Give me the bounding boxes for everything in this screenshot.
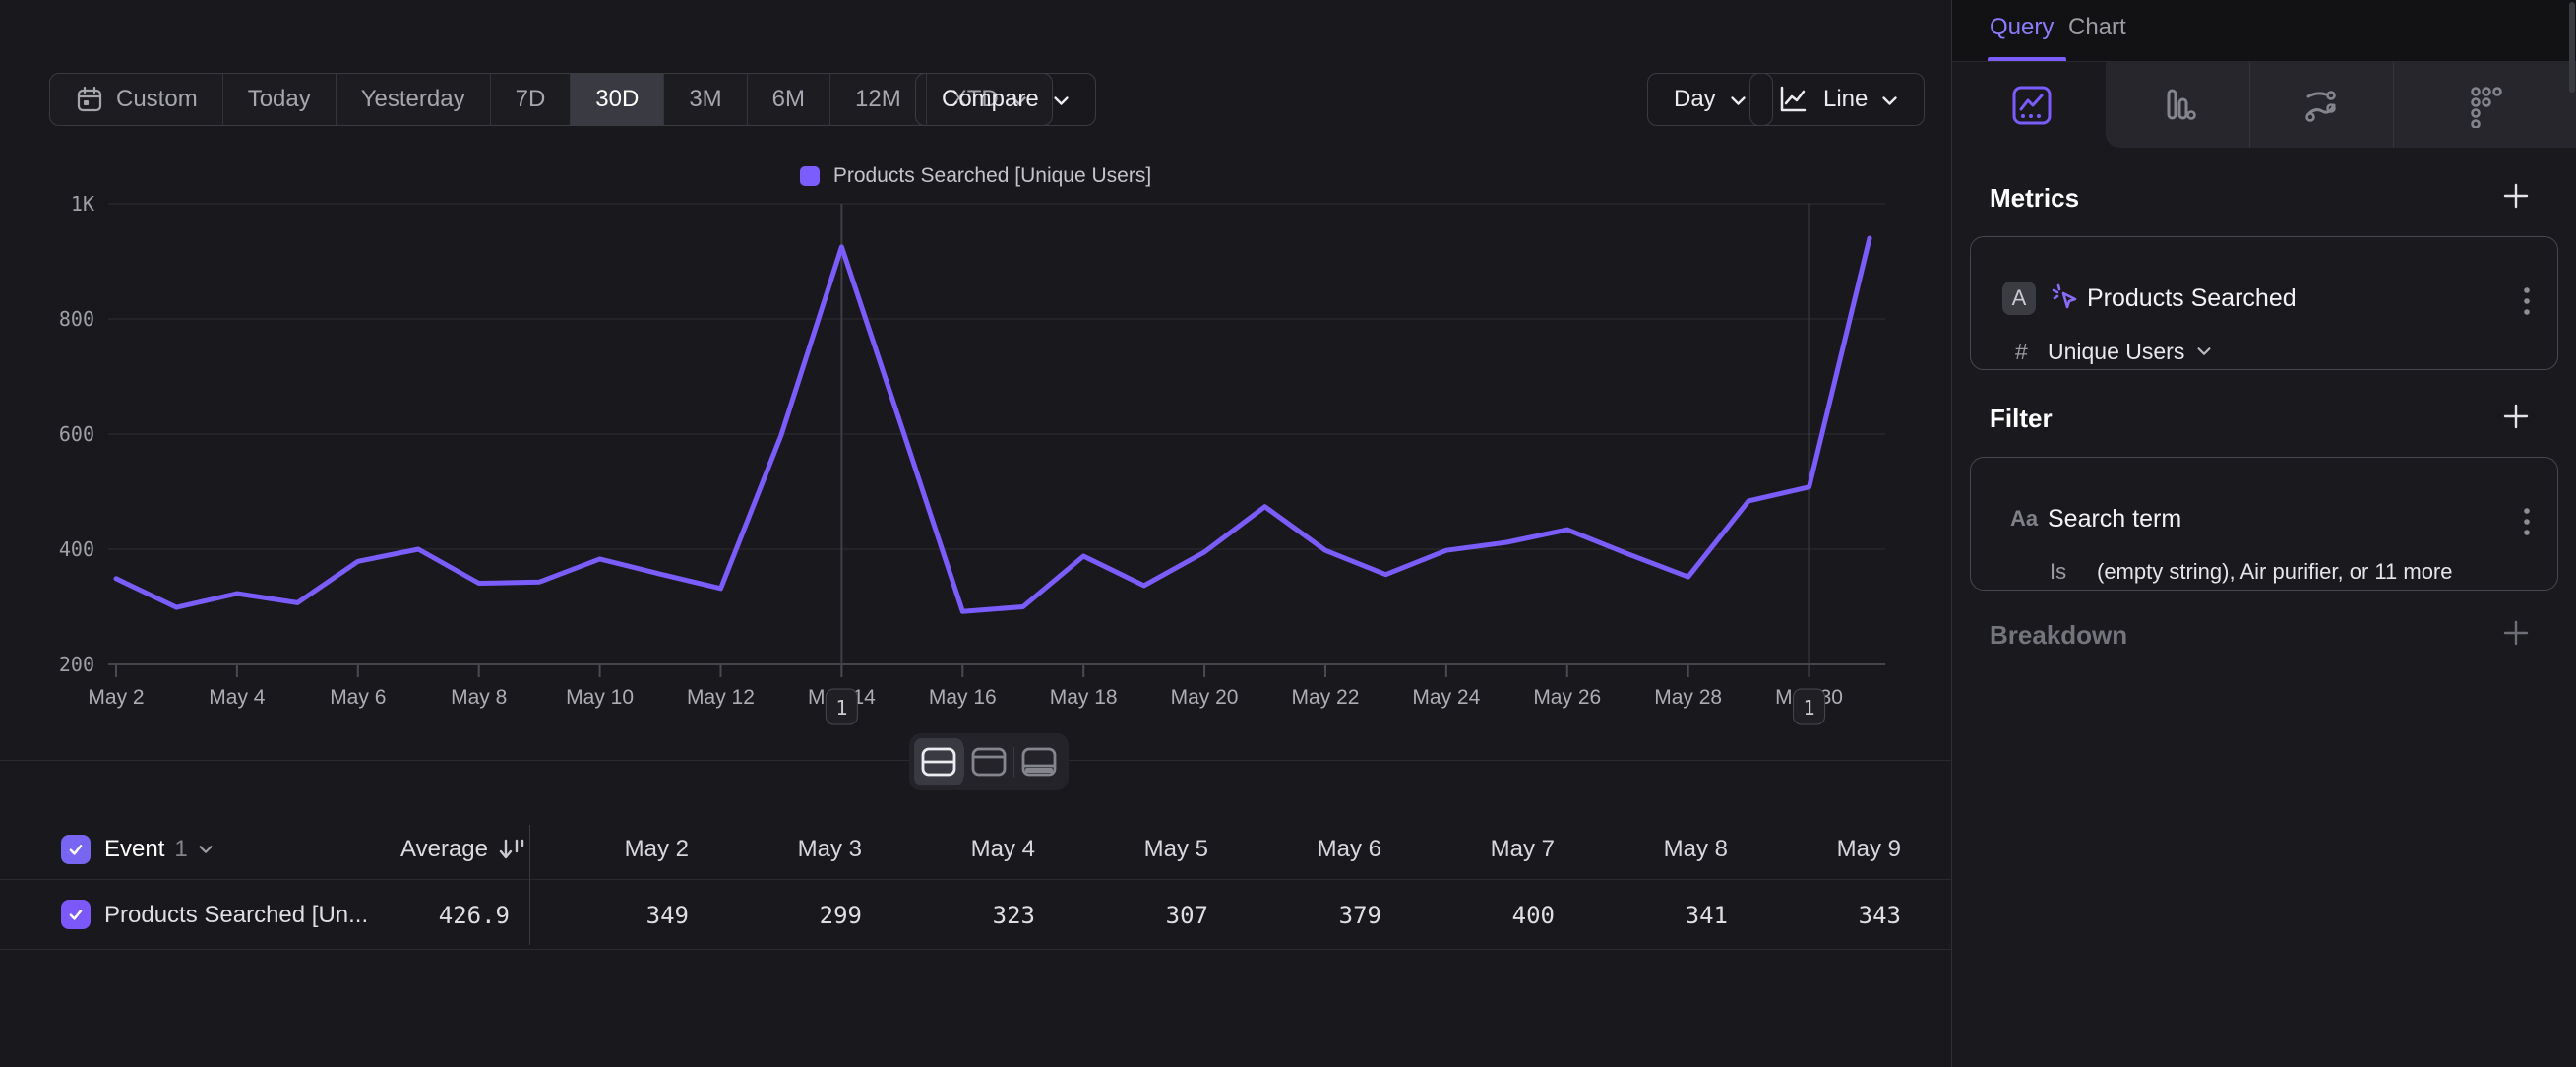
- sort-descending-icon[interactable]: [496, 835, 525, 869]
- average-column-header[interactable]: Average: [285, 819, 488, 880]
- event-select-all-checkbox[interactable]: [61, 835, 91, 864]
- cell-value: 323: [878, 880, 1035, 950]
- kebab-menu-icon[interactable]: [2522, 505, 2532, 545]
- y-axis-label: 800: [59, 307, 94, 331]
- day-column-header: May 5: [1051, 819, 1208, 880]
- retention-dots-icon: [2462, 83, 2507, 128]
- day-column-header: May 4: [878, 819, 1035, 880]
- x-axis-label: May 20: [1171, 686, 1239, 709]
- x-axis-label: May 6: [330, 686, 386, 709]
- tab-query[interactable]: Query: [1990, 0, 2054, 61]
- column-divider: [529, 825, 530, 945]
- x-axis-label: May 26: [1533, 686, 1601, 709]
- day-column-header: May 7: [1397, 819, 1555, 880]
- line-chart[interactable]: 200 400 600 800 1K May 2 May 4 May 6 May 8 May 10…: [0, 0, 1951, 763]
- metric-aggregation-line: # Unique Users: [1971, 332, 2557, 371]
- day-column-header: May 9: [1744, 819, 1901, 880]
- chevron-down-icon: [198, 845, 214, 854]
- layout-chart-only-button[interactable]: [964, 738, 1013, 785]
- aggregation-selector[interactable]: Unique Users: [2048, 339, 2212, 365]
- layout-split-button[interactable]: [914, 738, 963, 785]
- layout-toggle-group: [909, 733, 1069, 790]
- query-sidebar: Query Chart Metrics: [1952, 0, 2576, 1067]
- x-axis-label: May 28: [1654, 686, 1722, 709]
- series-line[interactable]: [116, 238, 1870, 611]
- report-main-panel: Custom Today Yesterday 7D 30D 3M 6M 12M …: [0, 0, 1951, 1067]
- chart-type-tabs: [1952, 62, 2576, 148]
- filter-operator: Is: [2050, 559, 2066, 585]
- table-only-icon: [1020, 746, 1058, 778]
- tab-bar-chart[interactable]: [2106, 62, 2249, 148]
- hash-icon: #: [2015, 339, 2028, 365]
- active-tab-underline: [1988, 57, 2066, 61]
- x-axis-label: May 24: [1412, 686, 1480, 709]
- add-filter-button[interactable]: [2501, 402, 2531, 436]
- filter-heading: Filter: [1990, 404, 2053, 434]
- x-axis-label: May 10: [566, 686, 634, 709]
- filter-values[interactable]: (empty string), Air purifier, or 11 more: [2097, 559, 2453, 585]
- svg-text:1: 1: [1804, 696, 1815, 720]
- table-header-row: Event 1 Average May 2 May 3 May 4 May 5 …: [0, 819, 1951, 880]
- series-letter-badge: A: [2002, 282, 2036, 315]
- series-checkbox[interactable]: [61, 900, 91, 929]
- day-column-header: May 2: [531, 819, 689, 880]
- layout-table-only-button[interactable]: [1014, 738, 1064, 785]
- annotation-marker[interactable]: 1: [1794, 689, 1825, 724]
- tab-insights-line-chart[interactable]: [1957, 62, 2106, 148]
- add-breakdown-button[interactable]: [2501, 618, 2531, 653]
- cell-value: 349: [531, 880, 689, 950]
- metric-card-title-line: A Products Searched: [1971, 277, 2557, 320]
- cell-value: 343: [1744, 880, 1901, 950]
- breakdown-heading: Breakdown: [1990, 620, 2127, 651]
- y-axis-label: 600: [59, 422, 94, 446]
- bar-chart-icon: [2155, 83, 2200, 128]
- x-axis-label: May 16: [929, 686, 997, 709]
- text-property-icon: Aa: [2010, 506, 2038, 532]
- average-value: 426.9: [307, 880, 510, 950]
- flow-icon: [2299, 83, 2344, 128]
- event-click-icon: [2050, 281, 2085, 316]
- x-axis-label: May 22: [1292, 686, 1360, 709]
- x-axis-label: May 2: [88, 686, 144, 709]
- insights-chart-icon: [2009, 83, 2055, 128]
- x-axis-label: May 18: [1050, 686, 1118, 709]
- y-axis-label: 400: [59, 537, 94, 561]
- cell-value: 299: [705, 880, 862, 950]
- filter-card[interactable]: Aa Search term Is (empty string), Air pu…: [1970, 457, 2558, 591]
- add-metric-button[interactable]: [2501, 181, 2531, 216]
- metrics-heading: Metrics: [1990, 183, 2079, 214]
- tab-flow-chart[interactable]: [2249, 62, 2393, 148]
- filter-property-name: Search term: [2048, 505, 2181, 534]
- day-column-header: May 6: [1224, 819, 1381, 880]
- y-axis-label: 200: [59, 653, 94, 676]
- day-column-header: May 3: [705, 819, 862, 880]
- x-axis-label: May 12: [687, 686, 755, 709]
- kebab-menu-icon[interactable]: [2522, 284, 2532, 325]
- filter-property-line: Aa Search term: [1971, 497, 2557, 540]
- x-axis-label: May 8: [451, 686, 507, 709]
- sidebar-tabbar: Query Chart: [1952, 0, 2576, 62]
- metric-card[interactable]: A Products Searched # Unique Users: [1970, 236, 2558, 370]
- table-row[interactable]: Products Searched [Un... 426.9 349 299 3…: [0, 880, 1951, 950]
- cell-value: 379: [1224, 880, 1381, 950]
- chevron-down-icon: [2196, 346, 2212, 356]
- y-axis-label: 1K: [71, 192, 94, 216]
- split-view-icon: [920, 746, 957, 778]
- event-column-header[interactable]: Event 1: [104, 819, 214, 880]
- tab-chart[interactable]: Chart: [2068, 0, 2126, 61]
- cell-value: 341: [1570, 880, 1728, 950]
- cell-value: 400: [1397, 880, 1555, 950]
- cell-value: 307: [1051, 880, 1208, 950]
- day-column-header: May 8: [1570, 819, 1728, 880]
- chart-only-icon: [970, 746, 1008, 778]
- tab-retention-chart[interactable]: [2393, 62, 2576, 148]
- annotation-marker[interactable]: 1: [826, 689, 857, 724]
- metric-event-name: Products Searched: [2087, 284, 2297, 313]
- breakdown-table: Event 1 Average May 2 May 3 May 4 May 5 …: [0, 819, 1951, 950]
- x-axis-label: May 4: [209, 686, 266, 709]
- svg-text:1: 1: [835, 696, 847, 720]
- filter-condition-line: Is (empty string), Air purifier, or 11 m…: [1971, 552, 2557, 592]
